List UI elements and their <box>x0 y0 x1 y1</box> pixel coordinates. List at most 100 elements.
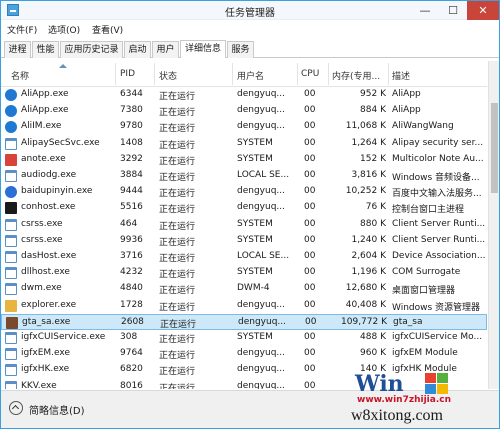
table-row[interactable]: igfxEM.exe 9764 正在运行 dengyuq... 00 960 K igfxE… <box>1 346 487 362</box>
process-name: baidupinyin.exe <box>21 186 93 197</box>
table-row[interactable]: AliApp.exe 6344 正在运行 dengyuq... 00 952 K AliAp… <box>1 87 487 103</box>
process-cpu: 00 <box>304 348 316 359</box>
maximize-button[interactable]: ☐ <box>440 1 466 20</box>
process-pid: 8016 <box>120 380 143 389</box>
scrollbar-thumb[interactable] <box>491 103 498 193</box>
minimize-button[interactable]: — <box>412 1 438 20</box>
process-cpu: 00 <box>304 105 316 116</box>
process-cpu: 00 <box>304 89 316 99</box>
process-description: AliApp <box>392 89 421 99</box>
process-status: 正在运行 <box>159 367 196 378</box>
process-name: AliIM.exe <box>21 121 62 132</box>
baidu-icon <box>5 186 17 199</box>
tab-app-history[interactable]: 应用历史记录 <box>60 41 123 58</box>
menu-view[interactable]: 查看(V) <box>92 23 123 36</box>
tab-startup[interactable]: 启动 <box>124 41 151 58</box>
process-cpu: 00 <box>304 121 316 132</box>
process-description: AliWangWang <box>392 121 454 132</box>
menu-file[interactable]: 文件(F) <box>7 23 37 36</box>
column-divider[interactable] <box>115 63 116 85</box>
table-row[interactable]: AliApp.exe 7380 正在运行 dengyuq... 00 884 K AliAp… <box>1 103 487 119</box>
column-divider[interactable] <box>154 63 155 85</box>
column-divider[interactable] <box>328 63 329 85</box>
app-window-icon <box>5 332 17 344</box>
col-status[interactable]: 状态 <box>159 69 177 82</box>
process-cpu: 00 <box>304 267 316 278</box>
menu-options[interactable]: 选项(O) <box>48 23 80 36</box>
col-memory[interactable]: 内存(专用... <box>332 69 380 82</box>
aliapp-icon <box>5 105 17 118</box>
process-cpu: 00 <box>304 218 316 229</box>
process-cpu: 00 <box>304 364 316 375</box>
column-divider[interactable] <box>232 63 233 85</box>
aliapp-icon <box>5 89 17 101</box>
table-row[interactable]: dllhost.exe 4232 正在运行 SYSTEM 00 1,196 K COM Su… <box>1 265 487 281</box>
table-row[interactable]: audiodg.exe 3884 正在运行 LOCAL SE... 00 3,816 K W… <box>1 168 487 184</box>
table-row[interactable]: baidupinyin.exe 9444 正在运行 dengyuq... 00 10,25… <box>1 184 487 200</box>
note-icon <box>5 153 17 166</box>
process-cpu: 00 <box>304 202 316 213</box>
process-user: dengyuq... <box>237 121 285 132</box>
title-bar[interactable]: 任务管理器 — ☐ ✕ <box>1 1 499 20</box>
process-memory: 40,408 K <box>345 299 386 310</box>
collapse-details-icon[interactable] <box>9 401 23 415</box>
process-description: 桌面窗口管理器 <box>392 286 456 297</box>
process-name: dllhost.exe <box>21 267 70 278</box>
process-user: LOCAL SE... <box>237 251 290 261</box>
process-user: SYSTEM <box>237 218 273 229</box>
process-user: dengyuq... <box>237 348 285 359</box>
table-row[interactable]: anote.exe 3292 正在运行 SYSTEM 00 152 K Multicolor… <box>1 152 487 168</box>
table-row[interactable]: csrss.exe 9936 正在运行 SYSTEM 00 1,240 K Client S… <box>1 233 487 249</box>
process-pid: 2608 <box>121 316 144 327</box>
column-divider[interactable] <box>297 63 298 85</box>
table-row[interactable]: explorer.exe 1728 正在运行 dengyuq... 00 40,408 K… <box>1 298 487 314</box>
process-memory: 1,196 K <box>351 267 386 278</box>
column-divider[interactable] <box>388 63 389 85</box>
app-window-icon <box>5 234 17 247</box>
col-username[interactable]: 用户名 <box>237 69 264 82</box>
table-row[interactable]: igfxCUIService.exe 308 正在运行 SYSTEM 00 488 K ig… <box>1 330 487 346</box>
game-icon <box>6 316 18 329</box>
process-name: csrss.exe <box>21 234 63 245</box>
process-memory: 1,240 K <box>351 234 386 245</box>
process-pid: 9764 <box>120 348 143 359</box>
table-row[interactable]: csrss.exe 464 正在运行 SYSTEM 00 880 K Client Serv… <box>1 217 487 233</box>
table-row[interactable]: AliIM.exe 9780 正在运行 dengyuq... 00 11,068 K Ali… <box>1 119 487 135</box>
process-name: AliApp.exe <box>21 105 69 116</box>
process-user: LOCAL SE... <box>237 170 290 180</box>
process-description: Client Server Runti... <box>392 218 486 229</box>
details-table: 名称 PID 状态 用户名 CPU 内存(专用... 描述 AliApp.exe… <box>1 61 487 389</box>
col-name[interactable]: 名称 <box>11 69 29 82</box>
col-pid[interactable]: PID <box>120 69 135 79</box>
col-cpu[interactable]: CPU <box>301 69 319 79</box>
process-cpu: 00 <box>304 251 316 261</box>
col-description[interactable]: 描述 <box>392 69 410 82</box>
folder-icon <box>5 299 17 312</box>
process-status: 正在运行 <box>159 351 196 362</box>
process-name: AliApp.exe <box>21 89 69 99</box>
table-row[interactable]: dwm.exe 4840 正在运行 DWM-4 00 12,680 K 桌面窗口管理器 <box>1 281 487 297</box>
process-cpu: 00 <box>305 316 317 327</box>
table-row[interactable]: AlipaySecSvc.exe 1408 正在运行 SYSTEM 00 1,264 K A… <box>1 136 487 152</box>
close-button[interactable]: ✕ <box>467 1 499 20</box>
process-description: igfxEM Module <box>392 348 458 359</box>
fewer-details-link[interactable]: 简略信息(D) <box>29 402 85 417</box>
process-user: DWM-4 <box>237 283 270 294</box>
process-pid: 6344 <box>120 89 143 99</box>
process-status: 正在运行 <box>159 302 196 313</box>
process-status: 正在运行 <box>159 237 196 248</box>
process-user: SYSTEM <box>237 137 273 148</box>
tab-services[interactable]: 服务 <box>227 41 254 58</box>
table-row[interactable]: conhost.exe 5516 正在运行 dengyuq... 00 76 K 控制台窗口… <box>1 200 487 216</box>
table-row[interactable]: dasHost.exe 3716 正在运行 LOCAL SE... 00 2,604 K D… <box>1 249 487 265</box>
app-window-icon <box>5 348 17 361</box>
tab-performance[interactable]: 性能 <box>32 41 59 58</box>
tab-processes[interactable]: 进程 <box>4 41 31 58</box>
process-memory: 488 K <box>360 332 386 342</box>
process-name: audiodg.exe <box>21 170 77 180</box>
process-pid: 4840 <box>120 283 143 294</box>
tab-users[interactable]: 用户 <box>152 41 179 58</box>
vertical-scrollbar[interactable] <box>488 61 499 389</box>
table-row[interactable]: gta_sa.exe 2608 正在运行 dengyuq... 00 109,772 K g… <box>1 313 487 330</box>
tab-details[interactable]: 详细信息 <box>180 40 226 58</box>
